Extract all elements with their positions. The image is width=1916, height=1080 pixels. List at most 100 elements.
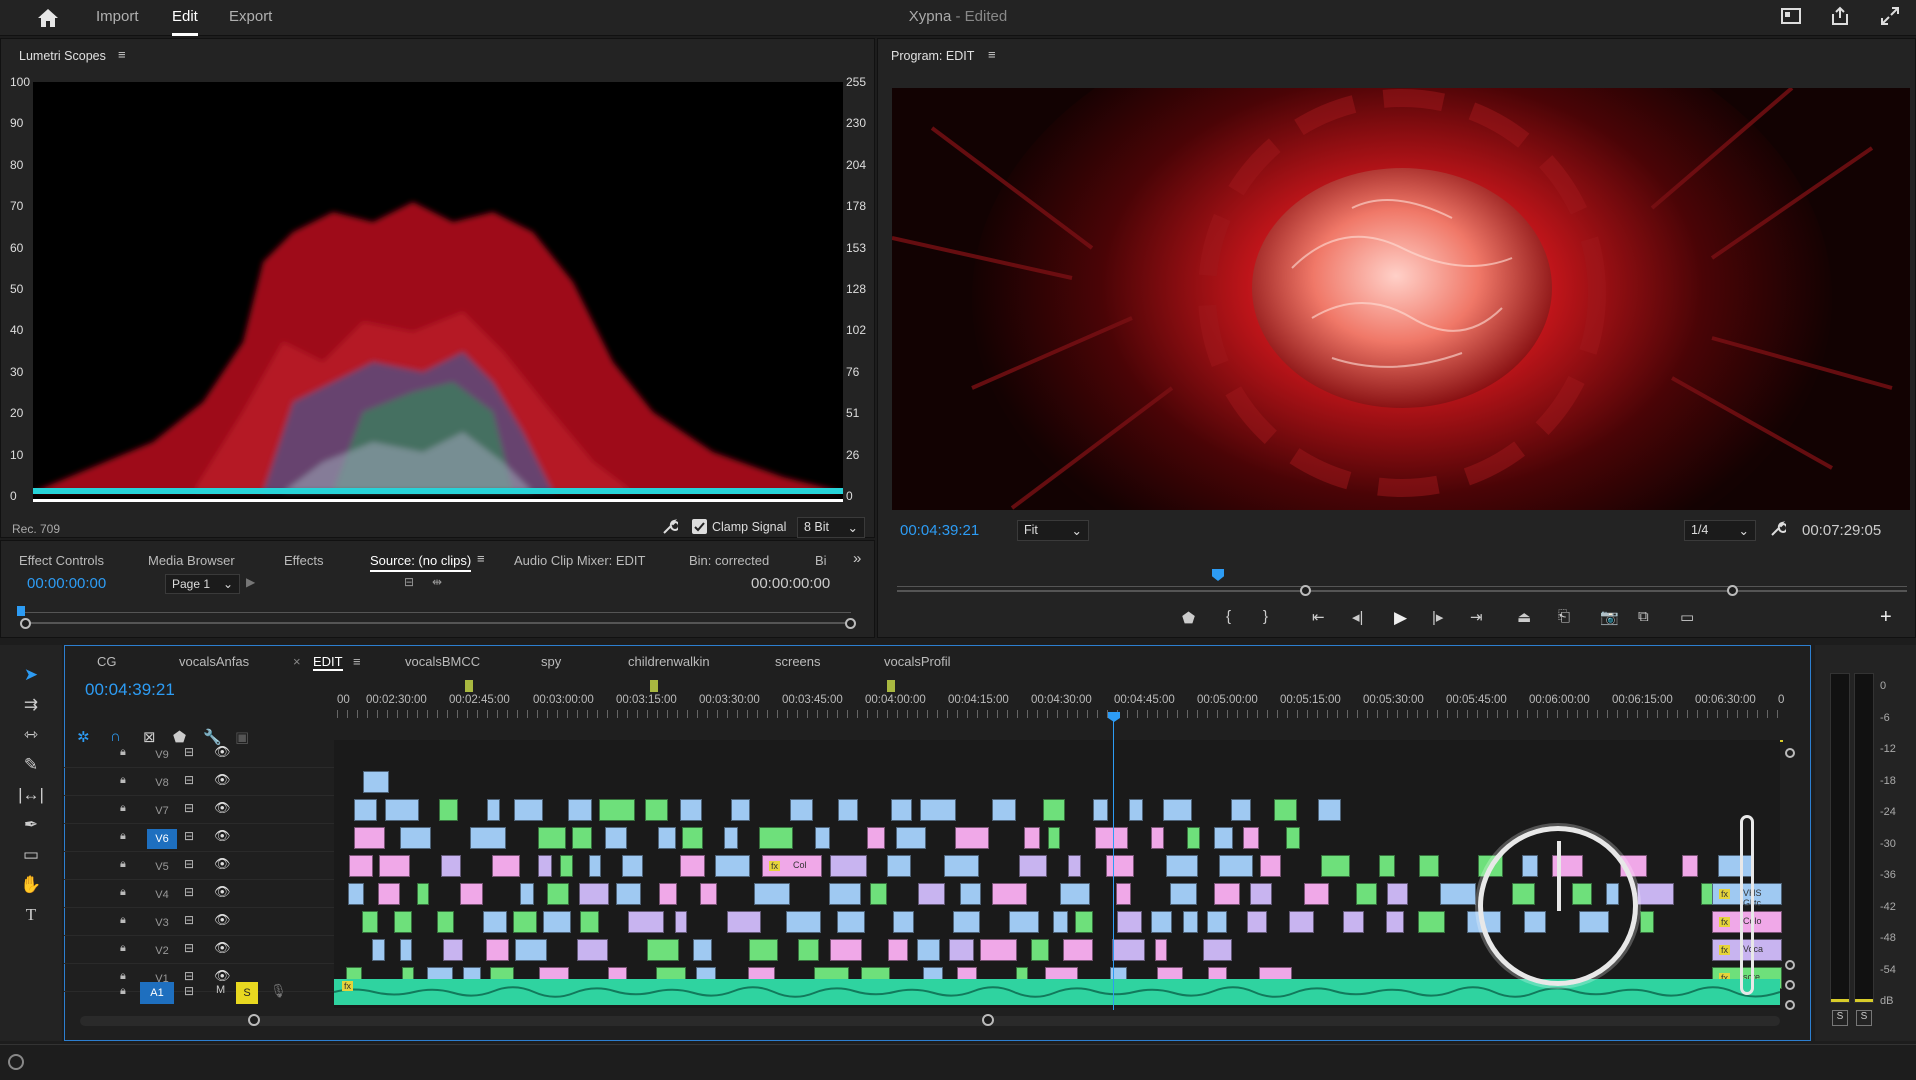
- timeline-clip[interactable]: [487, 799, 500, 821]
- type-tool-icon[interactable]: T: [18, 905, 44, 927]
- more-tabs-chevron-icon[interactable]: »: [853, 550, 861, 567]
- source-menu-icon[interactable]: ≡: [477, 551, 485, 566]
- solo-left-button[interactable]: S: [1832, 1010, 1848, 1026]
- timeline-clip[interactable]: [441, 855, 461, 877]
- step-back-icon[interactable]: ◂|: [1352, 608, 1363, 626]
- timeline-clip[interactable]: [1095, 827, 1128, 849]
- timeline-clip[interactable]: [647, 939, 679, 961]
- timeline-clip[interactable]: [538, 827, 566, 849]
- track-target[interactable]: V9: [147, 745, 177, 765]
- timeline-clip[interactable]: [1419, 855, 1439, 877]
- program-zoom-bar[interactable]: [897, 590, 1907, 592]
- mute-button[interactable]: M: [216, 984, 225, 996]
- solo-right-button[interactable]: S: [1856, 1010, 1872, 1026]
- ripple-edit-tool-icon[interactable]: ⇿: [18, 725, 44, 747]
- scroll-handle-right[interactable]: [982, 1014, 994, 1026]
- tab-effect-controls[interactable]: Effect Controls: [19, 553, 104, 568]
- timeline-clip[interactable]: [1286, 827, 1300, 849]
- seq-tab-menu-icon[interactable]: ≡: [353, 654, 361, 669]
- timeline-clip[interactable]: [605, 827, 627, 849]
- vertical-zoom-handle[interactable]: [1785, 748, 1795, 758]
- scroll-handle-left[interactable]: [248, 1014, 260, 1026]
- timeline-clip[interactable]: [700, 883, 717, 905]
- rectangle-tool-icon[interactable]: ▭: [18, 845, 44, 867]
- fullscreen-icon[interactable]: [1880, 6, 1900, 30]
- timeline-clip[interactable]: [1063, 939, 1093, 961]
- hand-tool-icon[interactable]: ✋: [18, 875, 44, 897]
- eye-icon[interactable]: 👁︎: [214, 828, 231, 844]
- add-marker-icon[interactable]: ⬟: [1182, 609, 1195, 627]
- timeline-clip[interactable]: [1682, 855, 1698, 877]
- timeline-clip[interactable]: [1019, 855, 1047, 877]
- eye-icon[interactable]: 👁︎: [214, 940, 231, 956]
- timeline-clip[interactable]: [580, 911, 599, 933]
- timeline-clip[interactable]: [1183, 911, 1198, 933]
- timeline-clip[interactable]: [715, 855, 750, 877]
- timeline-clip[interactable]: [1231, 799, 1251, 821]
- timeline-clip[interactable]: [1214, 827, 1233, 849]
- timeline-clip[interactable]: [888, 939, 908, 961]
- track-target[interactable]: V8: [147, 773, 177, 793]
- timeline-clip[interactable]: [918, 883, 945, 905]
- timeline-clip[interactable]: [693, 939, 712, 961]
- source-timecode-in[interactable]: 00:00:00:00: [27, 575, 106, 592]
- tab-bin-corrected[interactable]: Bin: corrected: [689, 553, 769, 568]
- timeline-clip[interactable]: [680, 855, 705, 877]
- seq-tab-vocalsprofil[interactable]: vocalsProfil: [884, 654, 950, 669]
- timeline-clip[interactable]: [1093, 799, 1108, 821]
- track-target[interactable]: V3: [147, 913, 177, 933]
- timeline-clip[interactable]: [891, 799, 912, 821]
- timeline-clip[interactable]: [483, 911, 507, 933]
- timeline-clip[interactable]: [362, 911, 378, 933]
- eye-icon[interactable]: 👁︎: [214, 856, 231, 872]
- insert-icon[interactable]: ⊟: [404, 575, 414, 589]
- timeline-clip[interactable]: [992, 799, 1016, 821]
- timeline-clip[interactable]: [645, 799, 668, 821]
- timeline-clip[interactable]: [1024, 827, 1040, 849]
- timeline-clip[interactable]: [1151, 911, 1172, 933]
- seq-tab-edit[interactable]: EDIT: [313, 654, 343, 671]
- sync-lock-icon[interactable]: ⊟: [184, 984, 194, 998]
- timeline-clip[interactable]: [870, 883, 887, 905]
- timeline-clip[interactable]: [589, 855, 601, 877]
- source-scrubber[interactable]: [22, 612, 851, 613]
- timeline-clip[interactable]: [1207, 911, 1227, 933]
- close-tab-icon[interactable]: ×: [293, 654, 301, 669]
- lock-icon[interactable]: 🔒︎: [120, 985, 126, 998]
- eye-icon[interactable]: 👁︎: [214, 884, 231, 900]
- lock-icon[interactable]: 🔒︎: [120, 886, 126, 899]
- timeline-clip[interactable]: [1637, 883, 1674, 905]
- mark-in-icon[interactable]: {: [1226, 608, 1231, 625]
- extract-icon[interactable]: ⎗: [1558, 608, 1570, 625]
- creative-cloud-icon[interactable]: [8, 1054, 24, 1070]
- timeline-clip[interactable]: [394, 911, 412, 933]
- timeline-clip[interactable]: [1387, 883, 1408, 905]
- timeline-clip[interactable]: [675, 911, 687, 933]
- timeline-clip[interactable]: [349, 855, 373, 877]
- timeline-clip[interactable]: [1117, 911, 1142, 933]
- timeline-clip[interactable]: [837, 911, 865, 933]
- timeline-clip[interactable]: [572, 827, 592, 849]
- timeline-clip[interactable]: [378, 883, 400, 905]
- seq-tab-cg[interactable]: CG: [97, 654, 117, 669]
- timeline-clip[interactable]: [992, 883, 1027, 905]
- timeline-clip[interactable]: [1075, 911, 1093, 933]
- timeline-clip[interactable]: [1379, 855, 1395, 877]
- timeline-clip[interactable]: [443, 939, 463, 961]
- sync-lock-icon[interactable]: ⊟: [184, 857, 194, 871]
- timeline-clip[interactable]: [577, 939, 608, 961]
- timeline-clip[interactable]: [1440, 883, 1476, 905]
- sequence-marker[interactable]: [887, 680, 895, 692]
- track-select-tool-icon[interactable]: ⇉: [18, 695, 44, 717]
- timeline-clip[interactable]: [348, 883, 364, 905]
- step-forward-icon[interactable]: |▸: [1432, 608, 1443, 626]
- timeline-clip[interactable]: [354, 827, 385, 849]
- timeline-clip[interactable]: [400, 827, 431, 849]
- track-target[interactable]: V7: [147, 801, 177, 821]
- timeline-clip[interactable]: [515, 939, 547, 961]
- comparison-view-icon[interactable]: ⧉: [1638, 608, 1649, 625]
- timeline-clip[interactable]: [616, 883, 641, 905]
- panel-menu-icon[interactable]: ≡: [988, 47, 996, 62]
- safe-margins-icon[interactable]: ▭: [1680, 608, 1694, 626]
- mark-out-icon[interactable]: }: [1263, 608, 1268, 625]
